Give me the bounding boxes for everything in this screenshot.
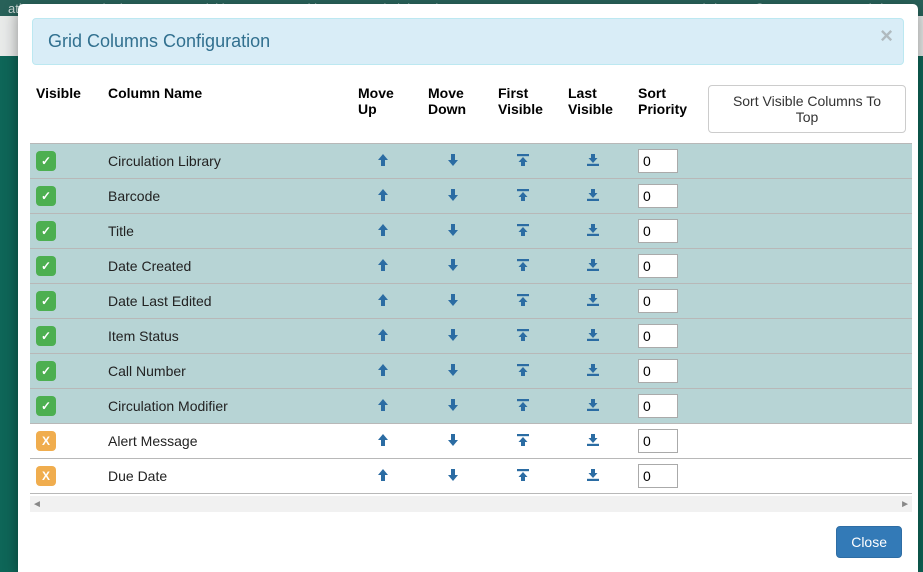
visible-toggle[interactable]: ✓: [36, 151, 56, 171]
first-visible-icon[interactable]: [515, 152, 539, 168]
header-sort-priority: Sort Priority: [632, 79, 702, 144]
column-name-cell: Circulation Library: [102, 144, 352, 179]
sort-priority-input[interactable]: [638, 254, 678, 278]
move-down-icon[interactable]: [445, 187, 469, 203]
last-visible-icon[interactable]: [585, 187, 609, 203]
modal-title: Grid Columns Configuration: [48, 31, 270, 51]
table-row: ✓ Circulation Library: [30, 144, 912, 179]
first-visible-icon[interactable]: [515, 467, 539, 483]
header-last-visible: Last Visible: [562, 79, 632, 144]
column-name-cell: Item Status: [102, 319, 352, 354]
first-visible-icon[interactable]: [515, 362, 539, 378]
visible-toggle[interactable]: ✓: [36, 361, 56, 381]
header-first-visible: First Visible: [492, 79, 562, 144]
close-icon[interactable]: ×: [880, 25, 893, 47]
move-down-icon[interactable]: [445, 467, 469, 483]
visible-toggle[interactable]: ✓: [36, 326, 56, 346]
columns-table: Visible Column Name Move Up Move Down Fi…: [30, 79, 912, 496]
first-visible-icon[interactable]: [515, 292, 539, 308]
last-visible-icon[interactable]: [585, 362, 609, 378]
modal-footer: Close: [18, 514, 918, 572]
sort-priority-input[interactable]: [638, 184, 678, 208]
visible-toggle[interactable]: ✓: [36, 221, 56, 241]
sort-priority-input[interactable]: [638, 289, 678, 313]
visible-toggle[interactable]: ✓: [36, 291, 56, 311]
move-up-icon[interactable]: [375, 467, 399, 483]
move-up-icon[interactable]: [375, 397, 399, 413]
sort-visible-to-top-button[interactable]: Sort Visible Columns To Top: [708, 85, 906, 133]
column-name-cell: Circulation Modifier: [102, 389, 352, 424]
columns-scroll-area[interactable]: Visible Column Name Move Up Move Down Fi…: [30, 79, 912, 496]
move-down-icon[interactable]: [445, 432, 469, 448]
move-down-icon[interactable]: [445, 152, 469, 168]
visible-toggle[interactable]: X: [36, 431, 56, 451]
table-row: ✓ Date Created: [30, 249, 912, 284]
table-row: ✓ Title: [30, 214, 912, 249]
sort-priority-input[interactable]: [638, 464, 678, 488]
table-row: X Due Date: [30, 459, 912, 494]
last-visible-icon[interactable]: [585, 292, 609, 308]
table-row: X Alert Message: [30, 424, 912, 459]
move-down-icon[interactable]: [445, 257, 469, 273]
last-visible-icon[interactable]: [585, 397, 609, 413]
header-visible: Visible: [30, 79, 102, 144]
move-down-icon[interactable]: [445, 222, 469, 238]
table-row: ✓ Barcode: [30, 179, 912, 214]
move-up-icon[interactable]: [375, 362, 399, 378]
horizontal-scrollbar[interactable]: ◄►: [30, 496, 912, 512]
first-visible-icon[interactable]: [515, 432, 539, 448]
last-visible-icon[interactable]: [585, 327, 609, 343]
close-button[interactable]: Close: [836, 526, 902, 558]
visible-toggle[interactable]: ✓: [36, 256, 56, 276]
table-row: ✓ Item Status: [30, 319, 912, 354]
move-up-icon[interactable]: [375, 257, 399, 273]
move-up-icon[interactable]: [375, 327, 399, 343]
sort-priority-input[interactable]: [638, 324, 678, 348]
column-name-cell: Barcode: [102, 179, 352, 214]
column-name-cell: Call Number: [102, 354, 352, 389]
column-name-cell: Title: [102, 214, 352, 249]
modal-body: Visible Column Name Move Up Move Down Fi…: [18, 79, 918, 514]
column-name-cell: Date Created: [102, 249, 352, 284]
move-up-icon[interactable]: [375, 432, 399, 448]
last-visible-icon[interactable]: [585, 152, 609, 168]
header-column-name: Column Name: [102, 79, 352, 144]
move-up-icon[interactable]: [375, 222, 399, 238]
column-name-cell: Due Date: [102, 459, 352, 494]
visible-toggle[interactable]: ✓: [36, 396, 56, 416]
last-visible-icon[interactable]: [585, 432, 609, 448]
sort-priority-input[interactable]: [638, 429, 678, 453]
table-row: ✓ Date Last Edited: [30, 284, 912, 319]
sort-priority-input[interactable]: [638, 149, 678, 173]
move-up-icon[interactable]: [375, 292, 399, 308]
last-visible-icon[interactable]: [585, 222, 609, 238]
first-visible-icon[interactable]: [515, 257, 539, 273]
visible-toggle[interactable]: ✓: [36, 186, 56, 206]
last-visible-icon[interactable]: [585, 467, 609, 483]
grid-columns-modal: Grid Columns Configuration × Visible Col…: [18, 4, 918, 572]
move-down-icon[interactable]: [445, 397, 469, 413]
column-name-cell: Date Last Edited: [102, 284, 352, 319]
sort-priority-input[interactable]: [638, 359, 678, 383]
column-name-cell: Alert Message: [102, 424, 352, 459]
visible-toggle[interactable]: X: [36, 466, 56, 486]
first-visible-icon[interactable]: [515, 187, 539, 203]
table-row: ✓ Call Number: [30, 354, 912, 389]
sort-priority-input[interactable]: [638, 219, 678, 243]
table-row: ✓ Circulation Modifier: [30, 389, 912, 424]
last-visible-icon[interactable]: [585, 257, 609, 273]
first-visible-icon[interactable]: [515, 222, 539, 238]
header-move-down: Move Down: [422, 79, 492, 144]
first-visible-icon[interactable]: [515, 397, 539, 413]
move-down-icon[interactable]: [445, 362, 469, 378]
move-down-icon[interactable]: [445, 292, 469, 308]
modal-header: Grid Columns Configuration ×: [18, 4, 918, 79]
modal-title-panel: Grid Columns Configuration ×: [32, 18, 904, 65]
header-move-up: Move Up: [352, 79, 422, 144]
first-visible-icon[interactable]: [515, 327, 539, 343]
move-up-icon[interactable]: [375, 152, 399, 168]
sort-priority-input[interactable]: [638, 394, 678, 418]
move-down-icon[interactable]: [445, 327, 469, 343]
move-up-icon[interactable]: [375, 187, 399, 203]
